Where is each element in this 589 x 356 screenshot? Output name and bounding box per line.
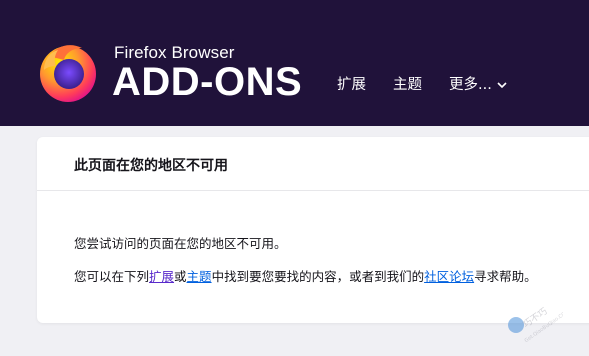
extensions-link[interactable]: 扩展 (149, 269, 174, 284)
nav-extensions[interactable]: 扩展 (337, 73, 366, 94)
help-middle: 中找到要您要找的内容，或者到我们的 (211, 269, 425, 284)
nav-themes[interactable]: 主题 (393, 73, 422, 94)
themes-link[interactable]: 主题 (187, 269, 212, 284)
help-or: 或 (174, 269, 187, 284)
nav-more[interactable]: 更多... (449, 73, 507, 94)
firefox-logo-icon[interactable] (36, 40, 100, 104)
notice-title: 此页面在您的地区不可用 (74, 158, 228, 174)
site-header: Firefox Browser ADD-ONS 扩展 主题 更多... (0, 0, 589, 126)
unavailable-notice-card: 此页面在您的地区不可用 您尝试访问的页面在您的地区不可用。 您可以在下列扩展或主… (37, 137, 589, 323)
notice-help-text: 您可以在下列扩展或主题中找到要您要找的内容，或者到我们的社区论坛寻求帮助。 (74, 266, 537, 285)
community-forum-link[interactable]: 社区论坛 (424, 269, 474, 284)
brand-title[interactable]: ADD-ONS (112, 60, 302, 105)
help-suffix: 寻求帮助。 (474, 269, 537, 284)
chevron-down-icon (497, 81, 507, 88)
nav-more-label: 更多... (449, 77, 492, 93)
notice-message: 您尝试访问的页面在您的地区不可用。 (74, 236, 287, 251)
help-prefix: 您可以在下列 (74, 269, 150, 284)
divider (37, 190, 589, 191)
